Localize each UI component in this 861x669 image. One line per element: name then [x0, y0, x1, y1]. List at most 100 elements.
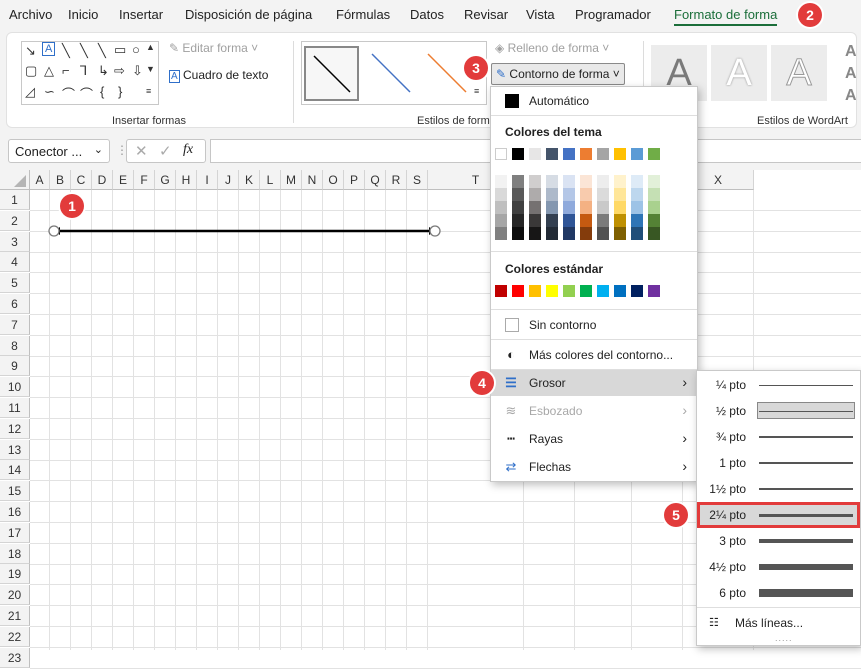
menu-vista[interactable]: Vista	[526, 7, 555, 22]
gallery-up-icon[interactable]: ▲	[146, 42, 155, 52]
connector-icon[interactable]: ⅂	[80, 63, 87, 79]
right-arrow-shape-icon[interactable]: ⇨	[114, 63, 125, 79]
weight-option[interactable]: 6 pto	[697, 580, 860, 606]
theme-shade-swatch[interactable]	[495, 201, 507, 214]
theme-shade-swatch[interactable]	[597, 214, 609, 227]
line-arrow-icon[interactable]: ↘	[25, 43, 36, 59]
resize-grip-icon[interactable]: .....	[775, 633, 793, 643]
theme-shade-swatch[interactable]	[495, 214, 507, 227]
connector-icon[interactable]: ↳	[98, 63, 109, 79]
menu-insertar[interactable]: Insertar	[119, 7, 163, 22]
weight-option[interactable]: 3 pto	[697, 528, 860, 554]
theme-shade-swatch[interactable]	[529, 175, 541, 188]
theme-color-swatch[interactable]	[495, 148, 507, 160]
menu-datos[interactable]: Datos	[410, 7, 444, 22]
standard-color-swatch[interactable]	[614, 285, 626, 297]
theme-shade-swatch[interactable]	[597, 175, 609, 188]
shape-styles-gallery[interactable]: ≡	[301, 41, 487, 105]
menu-archivo[interactable]: Archivo	[9, 7, 52, 22]
theme-shade-swatch[interactable]	[648, 175, 660, 188]
textbox-shape-icon[interactable]: A	[42, 42, 56, 56]
rounded-rect-icon[interactable]: ▢	[25, 63, 37, 79]
theme-color-swatch[interactable]	[563, 148, 575, 160]
standard-color-swatch[interactable]	[563, 285, 575, 297]
theme-color-swatch[interactable]	[580, 148, 592, 160]
standard-color-swatch[interactable]	[529, 285, 541, 297]
theme-shade-swatch[interactable]	[648, 227, 660, 240]
theme-color-swatch[interactable]	[529, 148, 541, 160]
arc-icon[interactable]: ⌒	[80, 84, 93, 103]
theme-shade-swatch[interactable]	[546, 175, 558, 188]
theme-shade-swatch[interactable]	[580, 175, 592, 188]
theme-shade-swatch[interactable]	[580, 201, 592, 214]
standard-color-swatch[interactable]	[580, 285, 592, 297]
cancel-icon[interactable]: ✕	[135, 142, 148, 160]
theme-shade-swatch[interactable]	[495, 227, 507, 240]
row-header-23[interactable]: 23	[0, 647, 30, 668]
theme-shade-swatch[interactable]	[631, 214, 643, 227]
theme-shade-swatch[interactable]	[563, 214, 575, 227]
theme-shade-swatch[interactable]	[529, 214, 541, 227]
shape-fill-button[interactable]: ◈ Relleno de forma ˅	[495, 41, 609, 55]
theme-shade-swatch[interactable]	[563, 175, 575, 188]
weight-option[interactable]: 2¼ pto	[697, 502, 860, 528]
theme-shade-swatch[interactable]	[631, 175, 643, 188]
arrows-item[interactable]: ⇄ Flechas ›	[491, 454, 697, 480]
gallery-down-icon[interactable]: ▼	[146, 64, 155, 74]
theme-shade-swatch[interactable]	[580, 188, 592, 201]
standard-color-swatch[interactable]	[631, 285, 643, 297]
weight-option[interactable]: 1 pto	[697, 450, 860, 476]
style-thumb-black[interactable]	[304, 46, 359, 101]
theme-shade-swatch[interactable]	[495, 175, 507, 188]
no-outline-item[interactable]: Sin contorno	[491, 312, 697, 338]
scribble-icon[interactable]: ∽	[44, 84, 55, 100]
sketched-item[interactable]: ≋ Esbozado ›	[491, 398, 697, 424]
weight-item[interactable]: ☰ Grosor ›	[491, 370, 697, 396]
theme-shade-swatch[interactable]	[495, 188, 507, 201]
theme-shade-swatch[interactable]	[529, 188, 541, 201]
text-fill-icon[interactable]: A	[845, 43, 857, 61]
theme-shade-swatch[interactable]	[648, 188, 660, 201]
theme-shade-swatch[interactable]	[563, 227, 575, 240]
curve-icon[interactable]: ⌒	[62, 84, 75, 103]
theme-shade-swatch[interactable]	[614, 214, 626, 227]
wordart-style-2[interactable]: A	[711, 45, 767, 101]
theme-shade-swatch[interactable]	[648, 201, 660, 214]
standard-color-swatch[interactable]	[495, 285, 507, 297]
style-thumb-blue[interactable]	[364, 46, 419, 101]
brace-right-icon[interactable]: }	[118, 84, 122, 99]
menu-programador[interactable]: Programador	[575, 7, 651, 22]
weight-option[interactable]: ¾ pto	[697, 424, 860, 450]
text-effects-icon[interactable]: A	[845, 87, 857, 105]
chevron-down-icon[interactable]: ⌄	[94, 143, 103, 156]
menu-revisar[interactable]: Revisar	[464, 7, 508, 22]
shapes-gallery[interactable]: ↘ A ╲ ╲ ╲ ▭ ○ ▢ △ ⌐ ⅂ ↳ ⇨ ⇩ ◿ ∽ ⌒ ⌒ { } …	[21, 41, 159, 105]
theme-shade-swatch[interactable]	[546, 227, 558, 240]
weight-option[interactable]: 1½ pto	[697, 476, 860, 502]
theme-shade-swatch[interactable]	[512, 175, 524, 188]
text-box-button[interactable]: A Cuadro de texto	[169, 68, 268, 83]
theme-shade-swatch[interactable]	[597, 188, 609, 201]
tab-formato-de-forma[interactable]: Formato de forma	[674, 7, 778, 26]
theme-shade-swatch[interactable]	[512, 201, 524, 214]
triangle-icon[interactable]: △	[44, 63, 54, 79]
gallery-more-icon[interactable]: ≡	[146, 86, 151, 96]
menu-disposicion[interactable]: Disposición de página	[185, 7, 312, 22]
connector-icon[interactable]: ⌐	[62, 63, 70, 78]
weight-option[interactable]: ¼ pto	[697, 372, 860, 398]
insert-function-icon[interactable]: fx	[183, 142, 193, 158]
menu-inicio[interactable]: Inicio	[68, 7, 98, 22]
theme-shade-swatch[interactable]	[648, 214, 660, 227]
theme-color-swatch[interactable]	[512, 148, 524, 160]
standard-color-swatch[interactable]	[597, 285, 609, 297]
theme-shade-swatch[interactable]	[631, 188, 643, 201]
weight-option[interactable]: ½ pto	[697, 398, 860, 424]
oval-icon[interactable]: ○	[132, 42, 140, 57]
theme-shade-swatch[interactable]	[580, 214, 592, 227]
rectangle-icon[interactable]: ▭	[114, 42, 126, 58]
theme-color-swatch[interactable]	[614, 148, 626, 160]
theme-shade-swatch[interactable]	[529, 227, 541, 240]
styles-more-icon[interactable]: ≡	[474, 86, 479, 96]
theme-shade-swatch[interactable]	[614, 188, 626, 201]
theme-shade-swatch[interactable]	[529, 201, 541, 214]
